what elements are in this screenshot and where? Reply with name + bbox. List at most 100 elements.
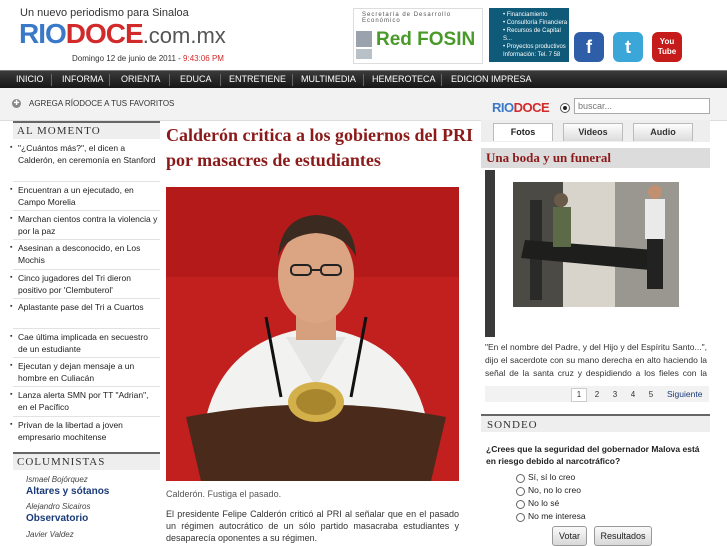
vote-button[interactable]: Votar [552,526,587,546]
page-1[interactable]: 1 [571,388,587,402]
youtube-icon[interactable]: You Tube [652,32,682,62]
gallery-title[interactable]: Una boda y un funeral [481,148,710,168]
ad-line: • Proyectos productivos [503,44,566,50]
date-text: Domingo 12 de junio de 2011 - [72,54,184,63]
ad-line: Información: Tel. 7 58 [503,52,561,58]
nav-educa[interactable]: EDUCA [180,74,212,84]
poll-question: ¿Crees que la seguridad del gobernador M… [486,444,700,466]
nav-divider [220,74,221,86]
divider [13,357,160,358]
search-logo-rio: RIO [492,100,514,115]
nav-edicion-impresa[interactable]: EDICION IMPRESA [451,74,532,84]
logo-doce: DOCE [65,18,144,49]
news-item[interactable]: Cinco jugadores del Tri dieron positivo … [10,272,158,296]
columnist-name[interactable]: Alejandro Sicairos [26,502,90,511]
nav-divider [292,74,293,86]
news-item[interactable]: Lanza alerta SMN por TT "Adrian", en el … [10,389,158,413]
current-date: Domingo 12 de junio de 2011 - 9:43:06 PM [72,54,224,63]
ad-square-icon [356,49,372,59]
divider [13,210,160,211]
search-input[interactable] [574,98,710,114]
poll-option-label[interactable]: No, no lo creo [528,485,581,495]
column-title[interactable]: Observatorio [26,513,88,524]
divider [13,181,160,182]
nav-divider [51,74,52,86]
poll-option-radio[interactable] [516,500,525,509]
poll-option-radio[interactable] [516,487,525,496]
ad-fosin-small: Secretaría de Desarrollo Económico [362,12,452,24]
favorite-icon[interactable]: ✚ [12,99,21,108]
nav-inicio[interactable]: INICIO [16,74,44,84]
add-favorites-link[interactable]: AGREGA RÍODOCE A TUS FAVORITOS [29,99,174,108]
gallery-photo-illustration [485,170,709,337]
ad-line: • Financiamiento [503,12,548,18]
divider [13,328,160,329]
facebook-icon[interactable]: f [574,32,604,62]
divider [13,269,160,270]
divider [13,298,160,299]
columnist-name[interactable]: Ismael Bojórquez [26,475,88,484]
al-momento-section: AL MOMENTO [13,121,160,139]
news-item[interactable]: Ejecutan y dejan mensaje a un hombre en … [10,360,158,384]
column-title[interactable]: Altares y sótanos [26,486,109,497]
pager-next[interactable]: Siguiente [667,389,702,399]
logo-rio: RIO [19,18,67,49]
search-logo-doce: DOCE [513,100,550,115]
poll-option-label[interactable]: Sí, sí lo creo [528,472,575,482]
poll-option-label[interactable]: No lo sé [528,498,559,508]
columnistas-section: COLUMNISTAS [13,452,160,470]
page-4[interactable]: 4 [625,388,641,402]
page-5[interactable]: 5 [643,388,659,402]
poll-option-label[interactable]: No me interesa [528,511,586,521]
nav-divider [441,74,442,86]
tab-audio[interactable]: Audio [633,123,693,141]
time-text: 9:43:06 PM [183,54,224,63]
nav-entretiene[interactable]: ENTRETIENE [229,74,286,84]
ad-fosin-banner[interactable]: Secretaría de Desarrollo Económico Red F… [353,8,483,64]
al-momento-title: AL MOMENTO [13,121,160,139]
tab-videos[interactable]: Videos [563,123,623,141]
nav-informa[interactable]: INFORMA [62,74,104,84]
ad-financing-banner[interactable]: • Financiamiento • Consultoría Financier… [489,8,569,62]
sondeo-title: SONDEO [481,414,710,432]
news-item[interactable]: "¿Cuántos más?", el dicen a Calderón, en… [10,142,158,166]
nav-divider [169,74,170,86]
nav-hemeroteca[interactable]: HEMEROTECA [372,74,436,84]
ad-line: • Consultoría Financiera [503,20,568,26]
gallery-pager: 1 2 3 4 5 Siguiente [485,386,709,402]
article-body: El presidente Felipe Calderón criticó al… [166,509,459,543]
news-item[interactable]: Encuentran a un ejecutado, en Campo More… [10,184,158,208]
main-nav: INICIO INFORMA ORIENTA EDUCA ENTRETIENE … [0,70,727,89]
ad-square-icon [356,31,372,47]
search-scope-radio[interactable] [560,103,570,113]
media-tabs: Fotos Videos Audio [481,120,710,142]
photo-caption: Calderón. Fustiga el pasado. [166,489,282,499]
news-item[interactable]: Marchan cientos contra la violencia y po… [10,213,158,237]
nav-orienta[interactable]: ORIENTA [121,74,160,84]
page-3[interactable]: 3 [607,388,623,402]
news-item[interactable]: Aplastante pase del Tri a Cuartos [10,301,158,313]
divider [13,386,160,387]
nav-multimedia[interactable]: MULTIMEDIA [301,74,356,84]
columnist-name[interactable]: Javier Valdez [26,530,74,539]
poll-option-radio[interactable] [516,513,525,522]
page-2[interactable]: 2 [589,388,605,402]
news-item[interactable]: Cae última implicada en secuestro de un … [10,331,158,355]
site-logo[interactable]: RIODOCE.com.mx [19,20,226,50]
ad-fosin-title: Red FOSIN [376,29,476,50]
news-item[interactable]: Privan de la libertad a joven empresario… [10,419,158,443]
article-headline[interactable]: Calderón critica a los gobiernos del PRI… [166,123,476,173]
divider [13,239,160,240]
news-item[interactable]: Asesinan a desconocido, en Los Mochis [10,242,158,266]
results-button[interactable]: Resultados [594,526,652,546]
poll-option-radio[interactable] [516,474,525,483]
twitter-icon[interactable]: t [613,32,643,62]
ad-line: • Recursos de Capital S... [503,28,561,42]
gallery-photo[interactable] [485,170,709,337]
article-photo[interactable] [166,187,459,481]
tab-fotos[interactable]: Fotos [493,123,553,141]
logo-domain: .com.mx [142,23,226,48]
divider [13,416,160,417]
nav-divider [109,74,110,86]
columnistas-title: COLUMNISTAS [13,452,160,470]
